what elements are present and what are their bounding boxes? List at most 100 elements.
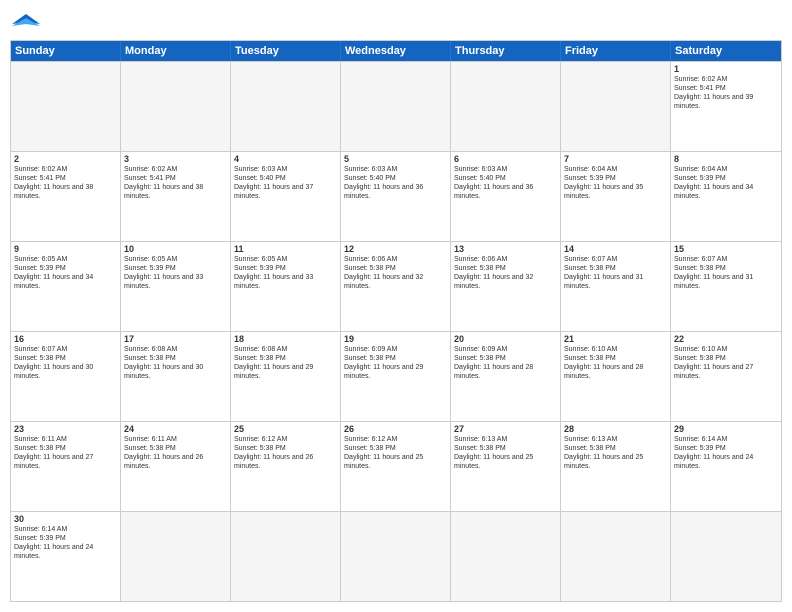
day-header-wednesday: Wednesday bbox=[341, 41, 451, 61]
cell-3-6: 14Sunrise: 6:07 AM Sunset: 5:38 PM Dayli… bbox=[561, 242, 671, 331]
cell-info: Sunrise: 6:07 AM Sunset: 5:38 PM Dayligh… bbox=[674, 255, 778, 291]
cell-3-2: 10Sunrise: 6:05 AM Sunset: 5:39 PM Dayli… bbox=[121, 242, 231, 331]
day-number: 21 bbox=[564, 334, 667, 344]
cell-3-3: 11Sunrise: 6:05 AM Sunset: 5:39 PM Dayli… bbox=[231, 242, 341, 331]
day-number: 15 bbox=[674, 244, 778, 254]
cell-2-6: 7Sunrise: 6:04 AM Sunset: 5:39 PM Daylig… bbox=[561, 152, 671, 241]
cell-5-6: 28Sunrise: 6:13 AM Sunset: 5:38 PM Dayli… bbox=[561, 422, 671, 511]
cell-info: Sunrise: 6:06 AM Sunset: 5:38 PM Dayligh… bbox=[454, 255, 557, 291]
cell-1-2 bbox=[121, 62, 231, 151]
cell-info: Sunrise: 6:04 AM Sunset: 5:39 PM Dayligh… bbox=[674, 165, 778, 201]
day-number: 11 bbox=[234, 244, 337, 254]
week-3: 9Sunrise: 6:05 AM Sunset: 5:39 PM Daylig… bbox=[11, 241, 781, 331]
cell-info: Sunrise: 6:02 AM Sunset: 5:41 PM Dayligh… bbox=[14, 165, 117, 201]
cell-3-7: 15Sunrise: 6:07 AM Sunset: 5:38 PM Dayli… bbox=[671, 242, 781, 331]
day-number: 28 bbox=[564, 424, 667, 434]
cell-info: Sunrise: 6:07 AM Sunset: 5:38 PM Dayligh… bbox=[14, 345, 117, 381]
cell-info: Sunrise: 6:13 AM Sunset: 5:38 PM Dayligh… bbox=[564, 435, 667, 471]
day-number: 29 bbox=[674, 424, 778, 434]
day-header-thursday: Thursday bbox=[451, 41, 561, 61]
cell-info: Sunrise: 6:08 AM Sunset: 5:38 PM Dayligh… bbox=[124, 345, 227, 381]
day-number: 6 bbox=[454, 154, 557, 164]
cell-info: Sunrise: 6:02 AM Sunset: 5:41 PM Dayligh… bbox=[124, 165, 227, 201]
cell-1-1 bbox=[11, 62, 121, 151]
cell-5-3: 25Sunrise: 6:12 AM Sunset: 5:38 PM Dayli… bbox=[231, 422, 341, 511]
week-1: 1Sunrise: 6:02 AM Sunset: 5:41 PM Daylig… bbox=[11, 61, 781, 151]
cell-info: Sunrise: 6:07 AM Sunset: 5:38 PM Dayligh… bbox=[564, 255, 667, 291]
day-number: 23 bbox=[14, 424, 117, 434]
cell-6-3 bbox=[231, 512, 341, 601]
cell-1-5 bbox=[451, 62, 561, 151]
day-number: 26 bbox=[344, 424, 447, 434]
week-5: 23 Sunrise: 6:11 AM Sunset: 5:38 PM Dayli… bbox=[11, 421, 781, 511]
cell-1-6 bbox=[561, 62, 671, 151]
day-number: 20 bbox=[454, 334, 557, 344]
cell-4-5: 20Sunrise: 6:09 AM Sunset: 5:38 PM Dayli… bbox=[451, 332, 561, 421]
logo bbox=[10, 10, 40, 34]
day-number: 25 bbox=[234, 424, 337, 434]
day-number: 12 bbox=[344, 244, 447, 254]
cell-3-1: 9Sunrise: 6:05 AM Sunset: 5:39 PM Daylig… bbox=[11, 242, 121, 331]
week-6: 30Sunrise: 6:14 AM Sunset: 5:39 PM Dayli… bbox=[11, 511, 781, 601]
cell-info: Sunrise: 6:05 AM Sunset: 5:39 PM Dayligh… bbox=[234, 255, 337, 291]
day-number: 30 bbox=[14, 514, 117, 524]
day-number: 4 bbox=[234, 154, 337, 164]
cell-info: Sunrise: 6:03 AM Sunset: 5:40 PM Dayligh… bbox=[344, 165, 447, 201]
cell-info: Sunrise: 6:12 AM Sunset: 5:38 PM Dayligh… bbox=[234, 435, 337, 471]
week-4: 16Sunrise: 6:07 AM Sunset: 5:38 PM Dayli… bbox=[11, 331, 781, 421]
day-number: 2 bbox=[14, 154, 117, 164]
cell-5-4: 26Sunrise: 6:12 AM Sunset: 5:38 PM Dayli… bbox=[341, 422, 451, 511]
cell-3-5: 13Sunrise: 6:06 AM Sunset: 5:38 PM Dayli… bbox=[451, 242, 561, 331]
cell-info: Sunrise: 6:03 AM Sunset: 5:40 PM Dayligh… bbox=[454, 165, 557, 201]
cell-1-3 bbox=[231, 62, 341, 151]
day-number: 16 bbox=[14, 334, 117, 344]
day-number: 19 bbox=[344, 334, 447, 344]
cell-6-1: 30Sunrise: 6:14 AM Sunset: 5:39 PM Dayli… bbox=[11, 512, 121, 601]
cell-info: Sunrise: 6:09 AM Sunset: 5:38 PM Dayligh… bbox=[454, 345, 557, 381]
cell-info: Sunrise: 6:05 AM Sunset: 5:39 PM Dayligh… bbox=[14, 255, 117, 291]
cell-4-4: 19Sunrise: 6:09 AM Sunset: 5:38 PM Dayli… bbox=[341, 332, 451, 421]
page: SundayMondayTuesdayWednesdayThursdayFrid… bbox=[0, 0, 792, 612]
cell-info: Sunrise: 6:14 AM Sunset: 5:39 PM Dayligh… bbox=[674, 435, 778, 471]
cell-info: Sunrise: 6:10 AM Sunset: 5:38 PM Dayligh… bbox=[564, 345, 667, 381]
day-header-saturday: Saturday bbox=[671, 41, 781, 61]
calendar: SundayMondayTuesdayWednesdayThursdayFrid… bbox=[10, 40, 782, 602]
day-number: 1 bbox=[674, 64, 778, 74]
day-number: 7 bbox=[564, 154, 667, 164]
header bbox=[10, 10, 782, 34]
day-number: 3 bbox=[124, 154, 227, 164]
cell-info: Sunrise: 6:05 AM Sunset: 5:39 PM Dayligh… bbox=[124, 255, 227, 291]
cell-info: Sunrise: 6:11 AM Sunset: 5:38 PM Dayligh… bbox=[124, 435, 227, 471]
cell-4-7: 22Sunrise: 6:10 AM Sunset: 5:38 PM Dayli… bbox=[671, 332, 781, 421]
cell-info: Sunrise: 6:06 AM Sunset: 5:38 PM Dayligh… bbox=[344, 255, 447, 291]
cell-2-7: 8Sunrise: 6:04 AM Sunset: 5:39 PM Daylig… bbox=[671, 152, 781, 241]
cell-2-2: 3Sunrise: 6:02 AM Sunset: 5:41 PM Daylig… bbox=[121, 152, 231, 241]
day-number: 27 bbox=[454, 424, 557, 434]
cell-6-5 bbox=[451, 512, 561, 601]
cell-info: Sunrise: 6:04 AM Sunset: 5:39 PM Dayligh… bbox=[564, 165, 667, 201]
day-headers: SundayMondayTuesdayWednesdayThursdayFrid… bbox=[11, 41, 781, 61]
day-number: 22 bbox=[674, 334, 778, 344]
cell-4-6: 21Sunrise: 6:10 AM Sunset: 5:38 PM Dayli… bbox=[561, 332, 671, 421]
cell-2-1: 2Sunrise: 6:02 AM Sunset: 5:41 PM Daylig… bbox=[11, 152, 121, 241]
cell-info: Sunrise: 6:08 AM Sunset: 5:38 PM Dayligh… bbox=[234, 345, 337, 381]
day-number: 18 bbox=[234, 334, 337, 344]
cell-4-3: 18Sunrise: 6:08 AM Sunset: 5:38 PM Dayli… bbox=[231, 332, 341, 421]
cell-3-4: 12Sunrise: 6:06 AM Sunset: 5:38 PM Dayli… bbox=[341, 242, 451, 331]
cell-1-4 bbox=[341, 62, 451, 151]
day-header-monday: Monday bbox=[121, 41, 231, 61]
cell-2-3: 4Sunrise: 6:03 AM Sunset: 5:40 PM Daylig… bbox=[231, 152, 341, 241]
cell-5-2: 24Sunrise: 6:11 AM Sunset: 5:38 PM Dayli… bbox=[121, 422, 231, 511]
day-header-tuesday: Tuesday bbox=[231, 41, 341, 61]
cell-info: Sunrise: 6:12 AM Sunset: 5:38 PM Dayligh… bbox=[344, 435, 447, 471]
day-number: 8 bbox=[674, 154, 778, 164]
cell-5-5: 27Sunrise: 6:13 AM Sunset: 5:38 PM Dayli… bbox=[451, 422, 561, 511]
cell-5-7: 29Sunrise: 6:14 AM Sunset: 5:39 PM Dayli… bbox=[671, 422, 781, 511]
day-number: 14 bbox=[564, 244, 667, 254]
cell-info: Sunrise: 6:03 AM Sunset: 5:40 PM Dayligh… bbox=[234, 165, 337, 201]
cell-2-5: 6Sunrise: 6:03 AM Sunset: 5:40 PM Daylig… bbox=[451, 152, 561, 241]
day-number: 17 bbox=[124, 334, 227, 344]
day-header-sunday: Sunday bbox=[11, 41, 121, 61]
cell-info: Sunrise: 6:14 AM Sunset: 5:39 PM Dayligh… bbox=[14, 525, 117, 561]
cell-6-4 bbox=[341, 512, 451, 601]
